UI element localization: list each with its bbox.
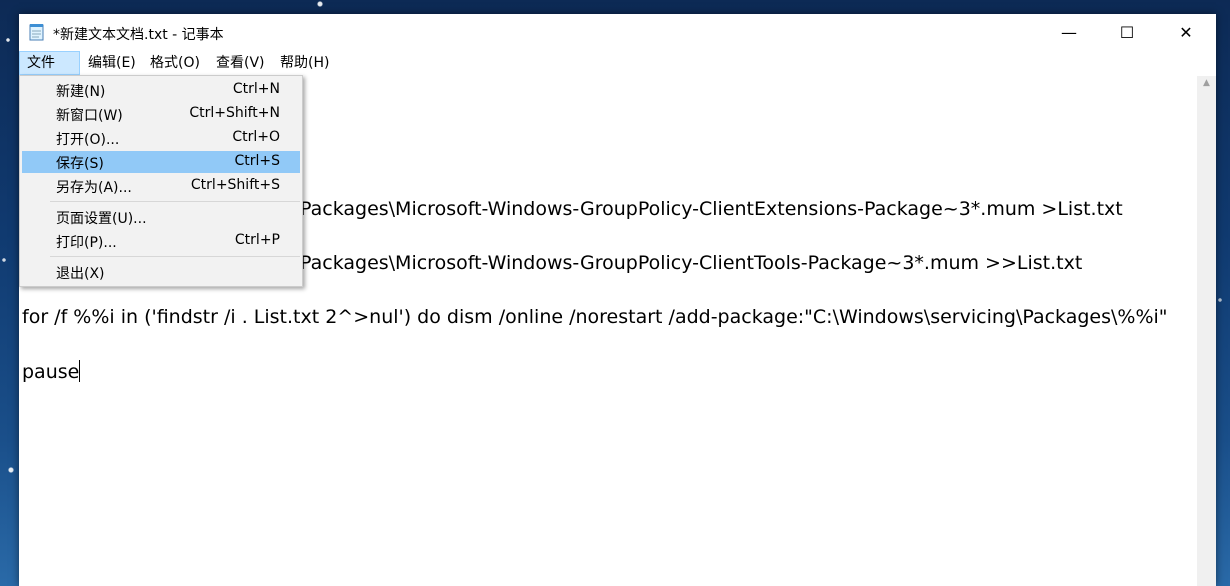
menu-item-shortcut: Ctrl+Shift+S bbox=[190, 177, 280, 193]
close-button[interactable]: ✕ bbox=[1157, 14, 1215, 50]
file-menu-item-new-window[interactable]: 新窗口(W) Ctrl+Shift+N bbox=[22, 103, 300, 125]
editor-line-4: pause bbox=[22, 360, 81, 383]
scroll-up-arrow-icon[interactable]: ▲ bbox=[1197, 78, 1216, 94]
minimize-button[interactable]: — bbox=[1040, 14, 1098, 50]
editor-line-3: for /f %%i in ('findstr /i . List.txt 2^… bbox=[22, 306, 1168, 328]
menu-file[interactable]: 文件(F) bbox=[19, 51, 80, 93]
file-menu-item-save-as[interactable]: 另存为(A)... Ctrl+Shift+S bbox=[22, 175, 300, 197]
menu-item-label: 退出(X) bbox=[56, 266, 105, 282]
notepad-icon bbox=[29, 23, 45, 41]
menu-item-shortcut: Ctrl+S bbox=[234, 153, 280, 169]
vertical-scrollbar[interactable]: ▲ bbox=[1197, 76, 1216, 586]
menu-item-shortcut: Ctrl+O bbox=[232, 129, 280, 145]
menu-bar: 文件(F) 编辑(E) 格式(O) 查看(V) 帮助(H) bbox=[19, 51, 1216, 93]
menu-item-label: 另存为(A)... bbox=[56, 180, 132, 196]
menu-item-label: 新窗口(W) bbox=[56, 108, 123, 124]
menu-view[interactable]: 查看(V) bbox=[209, 51, 272, 75]
menu-item-shortcut: Ctrl+Shift+N bbox=[189, 105, 280, 121]
editor-line-4-text: pause bbox=[22, 361, 80, 383]
text-caret bbox=[79, 360, 81, 382]
file-menu-item-exit[interactable]: 退出(X) bbox=[22, 261, 300, 283]
menu-help[interactable]: 帮助(H) bbox=[273, 51, 336, 75]
file-menu-item-page-setup[interactable]: 页面设置(U)... bbox=[22, 206, 300, 228]
maximize-button[interactable]: ☐ bbox=[1098, 14, 1156, 50]
file-menu-dropdown: 新建(N) Ctrl+N 新窗口(W) Ctrl+Shift+N 打开(O)..… bbox=[19, 75, 303, 287]
menu-item-shortcut: Ctrl+P bbox=[234, 232, 280, 248]
editor-line-2: Packages\Microsoft-Windows-GroupPolicy-C… bbox=[300, 252, 1083, 274]
menu-separator bbox=[50, 256, 300, 257]
menu-item-label: 打开(O)... bbox=[56, 132, 120, 148]
menu-item-label: 新建(N) bbox=[56, 84, 106, 100]
file-menu-item-print[interactable]: 打印(P)... Ctrl+P bbox=[22, 230, 300, 252]
menu-separator bbox=[50, 201, 300, 202]
title-bar[interactable]: *新建文本文档.txt - 记事本 — ☐ ✕ bbox=[19, 14, 1216, 50]
window-title: *新建文本文档.txt - 记事本 bbox=[53, 27, 224, 43]
menu-format[interactable]: 格式(O) bbox=[143, 51, 207, 75]
menu-item-label: 保存(S) bbox=[56, 156, 104, 172]
menu-edit[interactable]: 编辑(E) bbox=[81, 51, 143, 75]
editor-line-1: Packages\Microsoft-Windows-GroupPolicy-C… bbox=[300, 198, 1123, 220]
menu-item-label: 页面设置(U)... bbox=[56, 211, 147, 227]
menu-item-shortcut: Ctrl+N bbox=[232, 81, 280, 97]
file-menu-item-open[interactable]: 打开(O)... Ctrl+O bbox=[22, 127, 300, 149]
file-menu-item-new[interactable]: 新建(N) Ctrl+N bbox=[22, 79, 300, 101]
file-menu-item-save[interactable]: 保存(S) Ctrl+S bbox=[22, 151, 300, 173]
menu-item-label: 打印(P)... bbox=[56, 235, 117, 251]
